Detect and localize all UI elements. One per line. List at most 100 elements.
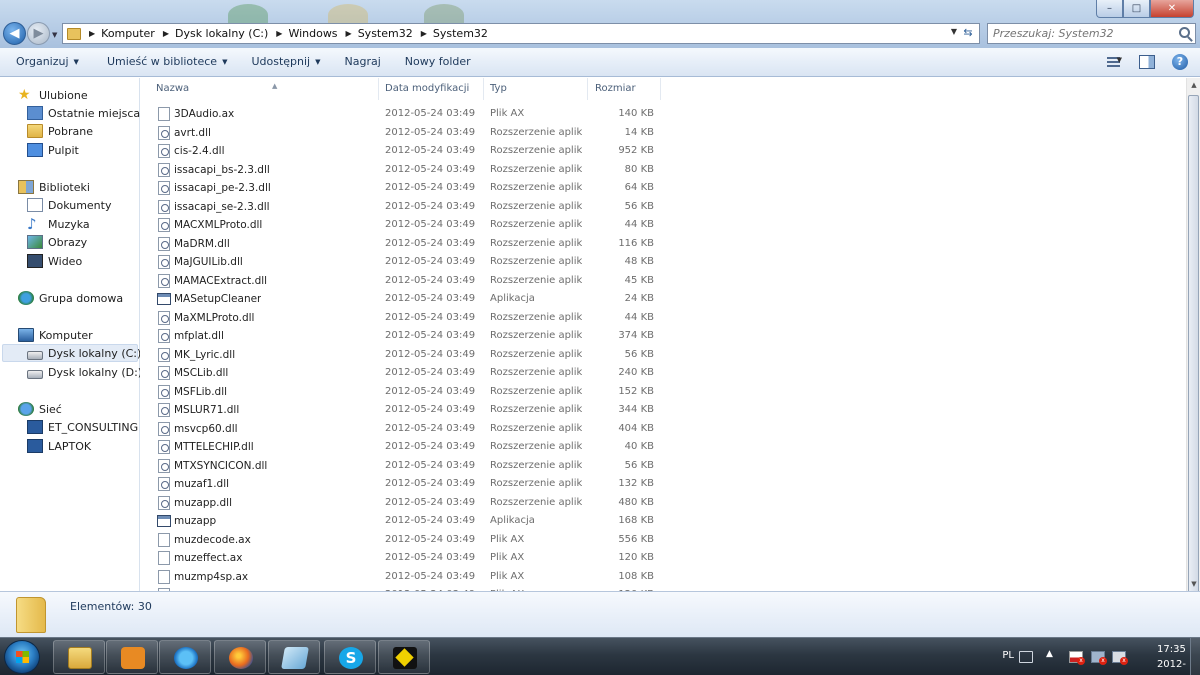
sidebar-item-recent-places[interactable]: Ostatnie miejsca <box>27 104 140 122</box>
column-header-size[interactable]: Rozmiar <box>589 78 661 100</box>
table-row[interactable]: MaJGUILib.dll 2012-05-24 03:49 Rozszerzeni… <box>140 253 670 271</box>
refresh-icon[interactable]: ⇆ <box>960 26 976 41</box>
table-row[interactable]: muzapp 2012-05-24 03:49 Aplikacja 168 KB <box>140 512 670 530</box>
file-name[interactable]: muzeffect.ax <box>174 549 242 567</box>
scroll-thumb[interactable] <box>1188 95 1199 602</box>
table-row[interactable]: muzeffect.ax 2012-05-24 03:49 Plik AX 120 K… <box>140 549 670 567</box>
sidebar-item-downloads[interactable]: Pobrane <box>27 122 93 140</box>
breadcrumb-computer[interactable]: Komputer <box>101 27 155 40</box>
table-row[interactable]: MTXSYNCICON.dll 2012-05-24 03:49 Rozszerze… <box>140 457 670 475</box>
maximize-button[interactable]: □ <box>1123 0 1150 18</box>
table-row[interactable]: issacapi_pe-2.3.dll 2012-05-24 03:49 Rozsz… <box>140 179 670 197</box>
vertical-scrollbar[interactable]: ▲ ▼ <box>1186 78 1200 602</box>
file-name[interactable]: muzapp.dll <box>174 494 232 512</box>
table-row[interactable]: mfplat.dll 2012-05-24 03:49 Rozszerzenie a… <box>140 327 670 345</box>
table-row[interactable]: MTTELECHIP.dll 2012-05-24 03:49 Rozszerzen… <box>140 438 670 456</box>
taskbar-button-firefox[interactable] <box>214 640 266 674</box>
breadcrumb-separator-icon[interactable]: ▶ <box>346 29 352 38</box>
column-header-name[interactable]: Nazwa ▲ <box>150 78 379 100</box>
new-folder-button[interactable]: Nowy folder <box>397 51 479 73</box>
table-row[interactable]: issacapi_bs-2.3.dll 2012-05-24 03:49 Rozsz… <box>140 161 670 179</box>
table-row[interactable]: 3DAudio.ax 2012-05-24 03:49 Plik AX 140 KB <box>140 105 670 123</box>
close-button[interactable]: ✕ <box>1150 0 1194 18</box>
file-name[interactable]: muzaf1.dll <box>174 475 229 493</box>
start-button[interactable] <box>4 640 40 674</box>
table-row[interactable]: muzaf1.dll 2012-05-24 03:49 Rozszerzenie a… <box>140 475 670 493</box>
breadcrumb-separator-icon[interactable]: ▶ <box>163 29 169 38</box>
sidebar-item-desktop[interactable]: Pulpit <box>27 141 79 159</box>
file-name[interactable]: issacapi_se-2.3.dll <box>174 198 270 216</box>
organize-menu[interactable]: Organizuj ▼ <box>8 51 87 73</box>
share-menu[interactable]: Udostępnij ▼ <box>243 51 328 73</box>
table-row[interactable]: MaDRM.dll 2012-05-24 03:49 Rozszerzenie ap… <box>140 235 670 253</box>
burn-button[interactable]: Nagraj <box>337 51 389 73</box>
column-header-type[interactable]: Typ <box>484 78 588 100</box>
sidebar-item-et-consulting[interactable]: ET_CONSULTING <box>27 418 138 436</box>
file-name[interactable]: muzmp4sp.ax <box>174 568 248 586</box>
table-row[interactable]: MACXMLProto.dll 2012-05-24 03:49 Rozszerze… <box>140 216 670 234</box>
breadcrumb-separator-icon[interactable]: ▶ <box>276 29 282 38</box>
file-name[interactable]: mfplat.dll <box>174 327 224 345</box>
keyboard-icon[interactable] <box>1019 651 1033 663</box>
breadcrumb-drive-c[interactable]: Dysk lokalny (C:) <box>175 27 268 40</box>
breadcrumb-system32-current[interactable]: System32 <box>433 27 488 40</box>
file-name[interactable]: msvcp60.dll <box>174 420 238 438</box>
chevron-down-icon[interactable]: ▼ <box>1117 56 1122 64</box>
preview-pane-icon[interactable] <box>1139 55 1155 69</box>
table-row[interactable]: muzapp.dll 2012-05-24 03:49 Rozszerzenie a… <box>140 494 670 512</box>
table-row[interactable]: MSLUR71.dll 2012-05-24 03:49 Rozszerzenie … <box>140 401 670 419</box>
sidebar-item-music[interactable]: ♪ Muzyka <box>27 215 90 233</box>
file-name[interactable]: MSCLib.dll <box>174 364 228 382</box>
file-name[interactable]: avrt.dll <box>174 124 211 142</box>
address-bar[interactable]: ▶ Komputer ▶ Dysk lokalny (C:) ▶ Windows… <box>62 23 980 44</box>
sidebar-item-drive-d[interactable]: Dysk lokalny (D:) <box>27 363 142 381</box>
search-box[interactable] <box>987 23 1196 44</box>
table-row[interactable]: cis-2.4.dll 2012-05-24 03:49 Rozszerzenie … <box>140 142 670 160</box>
file-name[interactable]: MaDRM.dll <box>174 235 230 253</box>
file-name[interactable]: MTTELECHIP.dll <box>174 438 254 456</box>
minimize-button[interactable]: – <box>1096 0 1123 18</box>
sidebar-item-documents[interactable]: Dokumenty <box>27 196 111 214</box>
taskbar-button-explorer[interactable] <box>53 640 105 674</box>
table-row[interactable]: msvcp60.dll 2012-05-24 03:49 Rozszerzenie … <box>140 420 670 438</box>
file-name[interactable]: MaJGUILib.dll <box>174 253 243 271</box>
breadcrumb-windows[interactable]: Windows <box>288 27 337 40</box>
sidebar-favorites[interactable]: ★ Ulubione <box>18 86 88 104</box>
table-row[interactable]: MAMACExtract.dll 2012-05-24 03:49 Rozszerz… <box>140 272 670 290</box>
breadcrumb-system32[interactable]: System32 <box>358 27 413 40</box>
action-center-flag-icon[interactable]: x <box>1069 651 1085 665</box>
file-name[interactable]: cis-2.4.dll <box>174 142 225 160</box>
file-name[interactable]: issacapi_pe-2.3.dll <box>174 179 271 197</box>
recent-pages-dropdown-icon[interactable]: ▼ <box>52 31 57 39</box>
table-row[interactable]: MK_Lyric.dll 2012-05-24 03:49 Rozszerzenie… <box>140 346 670 364</box>
scroll-down-icon[interactable]: ▼ <box>1187 577 1200 591</box>
taskbar-button-game-app[interactable] <box>378 640 430 674</box>
search-input[interactable] <box>993 27 1168 40</box>
table-row[interactable]: MASetupCleaner 2012-05-24 03:49 Aplikacja 2… <box>140 290 670 308</box>
search-icon[interactable] <box>1179 27 1190 38</box>
table-row[interactable]: muzdecode.ax 2012-05-24 03:49 Plik AX 556 K… <box>140 531 670 549</box>
file-name[interactable]: MSLUR71.dll <box>174 401 239 419</box>
show-hidden-icons-icon[interactable]: ▲ <box>1046 649 1060 661</box>
sidebar-homegroup[interactable]: Grupa domowa <box>18 289 123 307</box>
file-name[interactable]: issacapi_bs-2.3.dll <box>174 161 270 179</box>
sidebar-network[interactable]: Sieć <box>18 400 62 418</box>
file-name[interactable]: 3DAudio.ax <box>174 105 234 123</box>
file-name[interactable]: MSFLib.dll <box>174 383 227 401</box>
table-row[interactable]: avrt.dll 2012-05-24 03:49 Rozszerzenie apl… <box>140 124 670 142</box>
table-row[interactable]: muzmp4sp.ax 2012-05-24 03:49 Plik AX 108 KB <box>140 568 670 586</box>
file-name[interactable]: muzapp <box>174 512 216 530</box>
include-in-library-menu[interactable]: Umieść w bibliotece ▼ <box>99 51 236 73</box>
sidebar-computer[interactable]: Komputer <box>18 326 93 344</box>
taskbar-button-skype[interactable]: S <box>324 640 376 674</box>
language-indicator[interactable]: PL <box>1002 650 1014 661</box>
file-name[interactable]: MK_Lyric.dll <box>174 346 235 364</box>
table-row[interactable]: MSFLib.dll 2012-05-24 03:49 Rozszerzenie a… <box>140 383 670 401</box>
network-status-icon[interactable]: x <box>1091 651 1107 665</box>
taskbar-button-sticky-notes[interactable] <box>268 640 320 674</box>
taskbar-button-internet-explorer[interactable] <box>159 640 211 674</box>
breadcrumb-separator-icon[interactable]: ▶ <box>89 29 95 38</box>
sidebar-item-pictures[interactable]: Obrazy <box>27 233 87 251</box>
taskbar-button-media-player[interactable] <box>106 640 158 674</box>
file-name[interactable]: MASetupCleaner <box>174 290 261 308</box>
